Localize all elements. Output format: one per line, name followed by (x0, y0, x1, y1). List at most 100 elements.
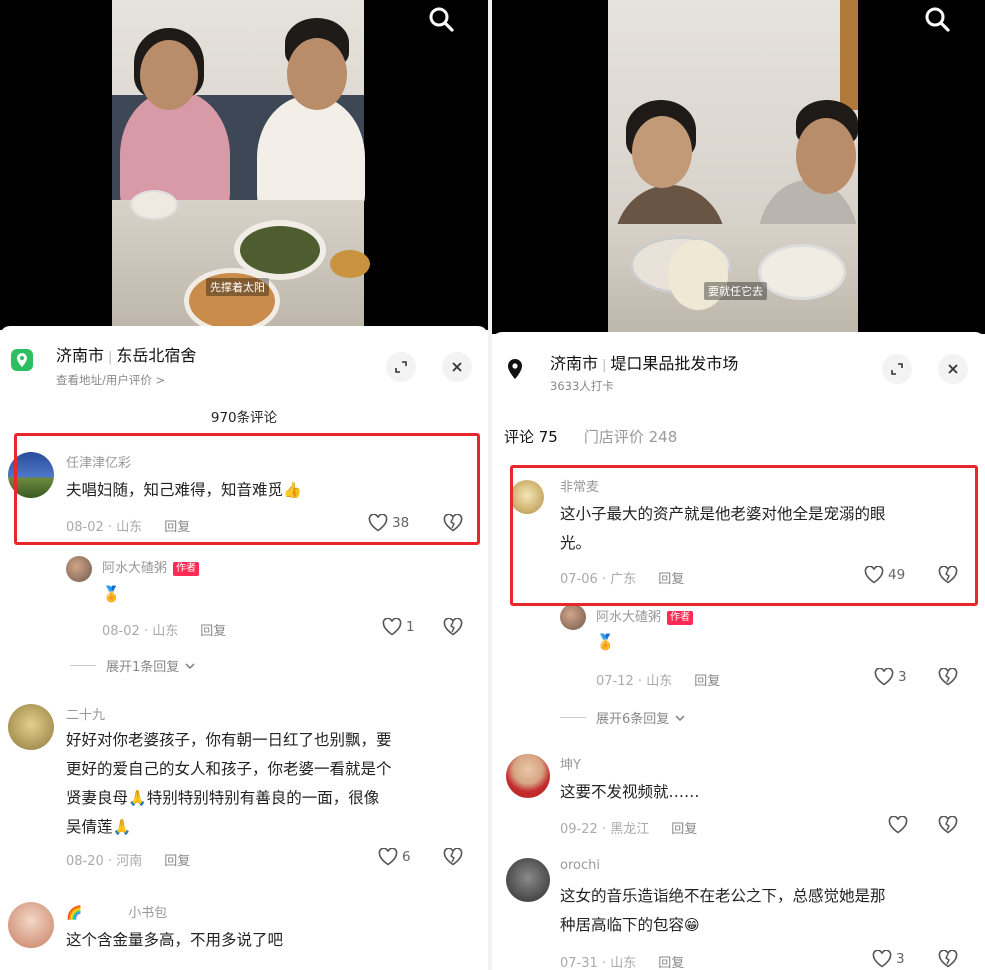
medal-emoji: 🏅 (102, 585, 121, 603)
video-player[interactable]: 要就任它去 (492, 0, 985, 334)
author-badge: 作者 (173, 562, 200, 576)
comment-username[interactable]: 阿水大碴粥 作者 (102, 557, 200, 576)
pray-emoji: 🙏 (128, 789, 147, 807)
comment-date: 09-22 (560, 822, 598, 837)
broken-heart-icon[interactable] (938, 949, 958, 970)
reply-button[interactable]: 回复 (164, 854, 190, 869)
comment-region: 山东 (646, 674, 673, 689)
comment-meta: 08-02 · 山东 回复 (102, 624, 227, 639)
close-icon[interactable] (442, 352, 472, 382)
search-icon[interactable] (922, 4, 954, 36)
like-count: 1 (406, 619, 415, 635)
expand-replies-button[interactable]: 展开1条回复 (70, 656, 197, 675)
location-bar[interactable]: 济南市 | 堤口果品批发市场 3633人打卡 (492, 342, 985, 402)
comment-username[interactable]: 坤Y (560, 754, 581, 773)
avatar[interactable] (506, 754, 550, 798)
reply-username[interactable]: 阿水大碴粥 (102, 561, 167, 576)
location-city: 济南市 (550, 354, 599, 373)
comments-sheet: 济南市 | 堤口果品批发市场 3633人打卡 评论 75 门店评价 248 非常麦 这… (492, 332, 985, 970)
like-count: 3 (896, 951, 905, 967)
heart-icon (872, 950, 892, 968)
broken-heart-icon[interactable] (938, 667, 958, 688)
like-button[interactable]: 3 (872, 950, 905, 968)
comment-username[interactable]: orochi (560, 858, 600, 873)
comments-sheet: 济南市 | 东岳北宿舍 查看地址/用户评价 > 970条评论 任津津亿彩 夫唱妇随，… (0, 326, 488, 970)
comment-meta: 08-20 · 河南 回复 (66, 854, 191, 869)
author-badge: 作者 (667, 611, 694, 625)
chevron-down-icon (185, 662, 195, 669)
medal-emoji: 🏅 (596, 633, 615, 651)
comment-line: 更好的爱自己的女人和孩子，你老婆一看就是个 (66, 760, 392, 778)
comment-item: orochi 这女的音乐造诣绝不在老公之下，总感觉她是那 种居高临下的包容😁 0… (492, 856, 985, 970)
location-title: 济南市 | 堤口果品批发市场 (550, 354, 739, 373)
location-place: 东岳北宿舍 (116, 346, 197, 365)
location-pin-icon (10, 348, 34, 376)
reply-item: 阿水大碴粥 作者 🏅 07-12 · 山东 回复 3 (492, 602, 985, 692)
tab-store-reviews[interactable]: 门店评价 248 (584, 426, 677, 447)
left-panel: 先撑着太阳 济南市 | 东岳北宿舍 查看地址/用户评价 > 970条评论 任津津… (0, 0, 488, 970)
avatar[interactable] (8, 902, 54, 948)
avatar[interactable] (8, 704, 54, 750)
video-subtitle: 要就任它去 (704, 282, 767, 300)
expand-icon[interactable] (386, 352, 416, 382)
like-button[interactable]: 3 (874, 668, 907, 686)
comment-line: 好好对你老婆孩子，你有朝一日红了也别飘，要 (66, 731, 392, 749)
comment-username[interactable]: 二十九 (66, 704, 105, 723)
comment-meta: 09-22 · 黑龙江 回复 (560, 822, 698, 837)
like-button[interactable]: 1 (382, 618, 415, 636)
tab-comments[interactable]: 评论 75 (504, 426, 558, 447)
comment-line: 贤妻良母🙏特别特别特别有善良的一面，很像 (66, 784, 476, 813)
comment-region: 山东 (152, 624, 179, 639)
reply-button[interactable]: 回复 (694, 674, 720, 689)
avatar[interactable] (506, 858, 550, 902)
heart-icon (378, 848, 398, 866)
heart-icon (888, 816, 908, 834)
reply-username[interactable]: 阿水大碴粥 (596, 610, 661, 625)
comment-date: 08-20 (66, 854, 104, 869)
avatar[interactable] (66, 556, 92, 582)
comment-count: 970条评论 (210, 410, 278, 426)
expand-icon[interactable] (882, 354, 912, 384)
expand-replies-label: 展开6条回复 (596, 712, 670, 727)
broken-heart-icon[interactable] (938, 815, 958, 836)
comment-date: 07-31 (560, 956, 598, 970)
comment-line: 种居高临下的包容😁 (560, 911, 970, 940)
comment-username[interactable]: 阿水大碴粥 作者 (596, 606, 694, 625)
like-button[interactable] (888, 816, 908, 834)
rainbow-icon: 🌈 (66, 906, 83, 921)
divider-line (70, 665, 96, 666)
like-count: 6 (402, 849, 411, 865)
location-city: 济南市 (56, 346, 105, 365)
search-icon[interactable] (426, 4, 458, 36)
like-button[interactable]: 6 (378, 848, 411, 866)
comment-text: 🏅 (596, 628, 615, 657)
comment-region: 黑龙江 (610, 822, 650, 837)
location-bar[interactable]: 济南市 | 东岳北宿舍 查看地址/用户评价 > (0, 336, 488, 396)
right-panel: 要就任它去 济南市 | 堤口果品批发市场 3633人打卡 评论 75 门店评价 248 (492, 0, 985, 970)
location-subtitle[interactable]: 查看地址/用户评价 > (56, 372, 165, 388)
video-player[interactable]: 先撑着太阳 (0, 0, 488, 330)
comment-line: 这女的音乐造诣绝不在老公之下，总感觉她是那 (560, 887, 886, 905)
comment-username-text[interactable]: 小书包 (128, 906, 167, 921)
avatar[interactable] (560, 604, 586, 630)
tab-bar: 评论 75 门店评价 248 (504, 426, 703, 447)
comment-text: 这个含金量多高，不用多说了吧 (66, 931, 284, 949)
reply-button[interactable]: 回复 (200, 624, 226, 639)
comment-line: 吴倩莲🙏 (66, 813, 476, 842)
like-count: 3 (898, 669, 907, 685)
reply-button[interactable]: 回复 (658, 956, 684, 970)
broken-heart-icon[interactable] (443, 617, 463, 638)
location-place: 堤口果品批发市场 (610, 354, 739, 373)
comment-meta: 07-12 · 山东 回复 (596, 674, 721, 689)
broken-heart-icon[interactable] (443, 847, 463, 868)
video-frame: 要就任它去 (608, 0, 858, 334)
comment-line-part: 贤妻良母 (66, 789, 129, 807)
expand-replies-button[interactable]: 展开6条回复 (560, 708, 687, 727)
reply-button[interactable]: 回复 (671, 822, 697, 837)
heart-icon (382, 618, 402, 636)
comment-username[interactable]: 🌈 小书包 (66, 902, 167, 921)
comment-text: 这要不发视频就…… (560, 783, 700, 801)
video-frame: 先撑着太阳 (112, 0, 370, 330)
comment-date: 08-02 (102, 624, 140, 639)
close-icon[interactable] (938, 354, 968, 384)
